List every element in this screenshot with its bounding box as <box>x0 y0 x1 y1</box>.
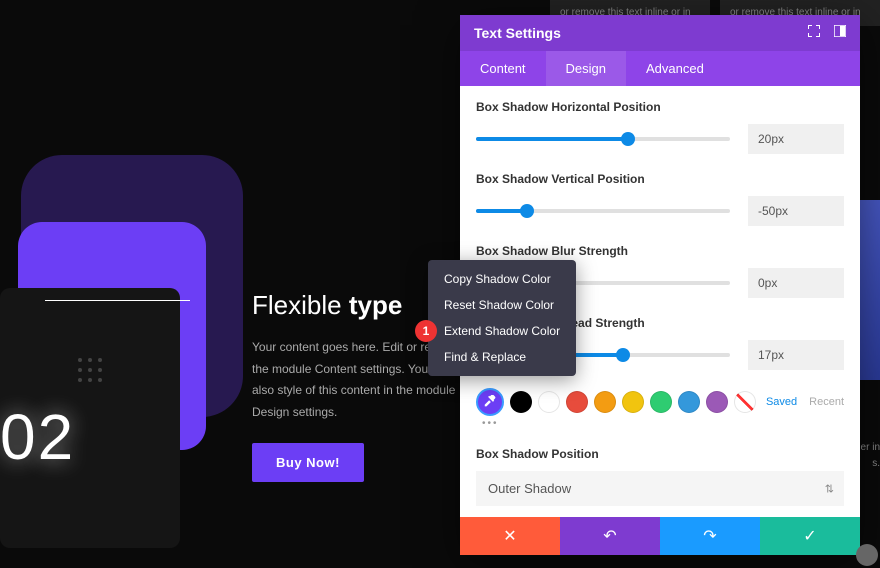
card-divider <box>45 300 190 301</box>
slider-thumb[interactable] <box>616 348 630 362</box>
context-extend-shadow[interactable]: Extend Shadow Color <box>428 318 576 344</box>
more-colors-icon[interactable]: ••• <box>482 418 844 429</box>
value-input-horizontal[interactable] <box>748 124 844 154</box>
slider-horizontal[interactable] <box>476 137 730 141</box>
redo-icon: ↷ <box>703 526 716 546</box>
panel-tabs: Content Design Advanced <box>460 51 860 86</box>
tab-advanced[interactable]: Advanced <box>626 51 724 86</box>
undo-button[interactable]: ↶ <box>560 517 660 555</box>
slider-thumb[interactable] <box>621 132 635 146</box>
panel-footer: ✕ ↶ ↷ ✓ <box>460 517 860 555</box>
undo-icon: ↶ <box>603 526 616 546</box>
option-label: Box Shadow Blur Strength <box>476 244 844 258</box>
color-swatch[interactable] <box>566 391 588 413</box>
option-label: Box Shadow Vertical Position <box>476 172 844 186</box>
close-icon: ✕ <box>503 526 516 546</box>
color-tab-recent[interactable]: Recent <box>809 396 844 408</box>
option-horizontal-position: Box Shadow Horizontal Position <box>476 100 844 154</box>
value-input-vertical[interactable] <box>748 196 844 226</box>
option-box-shadow-position: Box Shadow Position Outer Shadow ⇅ <box>476 447 844 506</box>
context-copy-shadow[interactable]: Copy Shadow Color <box>428 266 576 292</box>
color-swatch[interactable] <box>706 391 728 413</box>
eyedropper-icon <box>483 395 497 409</box>
heading-bold: type <box>349 290 402 320</box>
option-label: Box Shadow Horizontal Position <box>476 100 844 114</box>
dots-grid-icon <box>78 358 102 382</box>
page-background: 02 Flexible type Your content goes here.… <box>0 0 460 568</box>
eyedropper-button[interactable] <box>476 388 504 416</box>
option-label: Box Shadow Position <box>476 447 844 461</box>
expand-icon[interactable] <box>808 24 820 42</box>
swatch-none[interactable] <box>734 391 756 413</box>
panel-title: Text Settings <box>474 25 561 41</box>
context-find-replace[interactable]: Find & Replace <box>428 344 576 370</box>
option-shadow-color: Saved Recent ••• <box>476 388 844 429</box>
color-tab-saved[interactable]: Saved <box>766 396 797 408</box>
buy-now-button[interactable]: Buy Now! <box>252 443 364 482</box>
context-menu: Copy Shadow Color Reset Shadow Color Ext… <box>428 260 576 376</box>
color-swatch[interactable] <box>510 391 532 413</box>
color-swatch[interactable] <box>678 391 700 413</box>
value-input-blur[interactable] <box>748 268 844 298</box>
option-vertical-position: Box Shadow Vertical Position <box>476 172 844 226</box>
right-text: er in s. <box>860 440 880 472</box>
cancel-button[interactable]: ✕ <box>460 517 560 555</box>
context-reset-shadow[interactable]: Reset Shadow Color <box>428 292 576 318</box>
tab-design[interactable]: Design <box>546 51 626 86</box>
save-button[interactable]: ✓ <box>760 517 860 555</box>
step-badge: 1 <box>415 320 437 342</box>
heading-regular: Flexible <box>252 290 349 320</box>
value-input-spread[interactable] <box>748 340 844 370</box>
corner-resize-button[interactable] <box>856 544 878 566</box>
slider-thumb[interactable] <box>520 204 534 218</box>
check-icon: ✓ <box>803 526 816 546</box>
redo-button[interactable]: ↷ <box>660 517 760 555</box>
tab-content[interactable]: Content <box>460 51 546 86</box>
panel-header[interactable]: Text Settings <box>460 15 860 51</box>
color-swatch[interactable] <box>538 391 560 413</box>
snap-icon[interactable] <box>834 24 846 42</box>
select-shadow-position[interactable]: Outer Shadow <box>476 471 844 506</box>
color-swatch[interactable] <box>650 391 672 413</box>
slider-vertical[interactable] <box>476 209 730 213</box>
section-number: 02 <box>0 400 75 474</box>
color-swatch[interactable] <box>594 391 616 413</box>
color-swatch[interactable] <box>622 391 644 413</box>
